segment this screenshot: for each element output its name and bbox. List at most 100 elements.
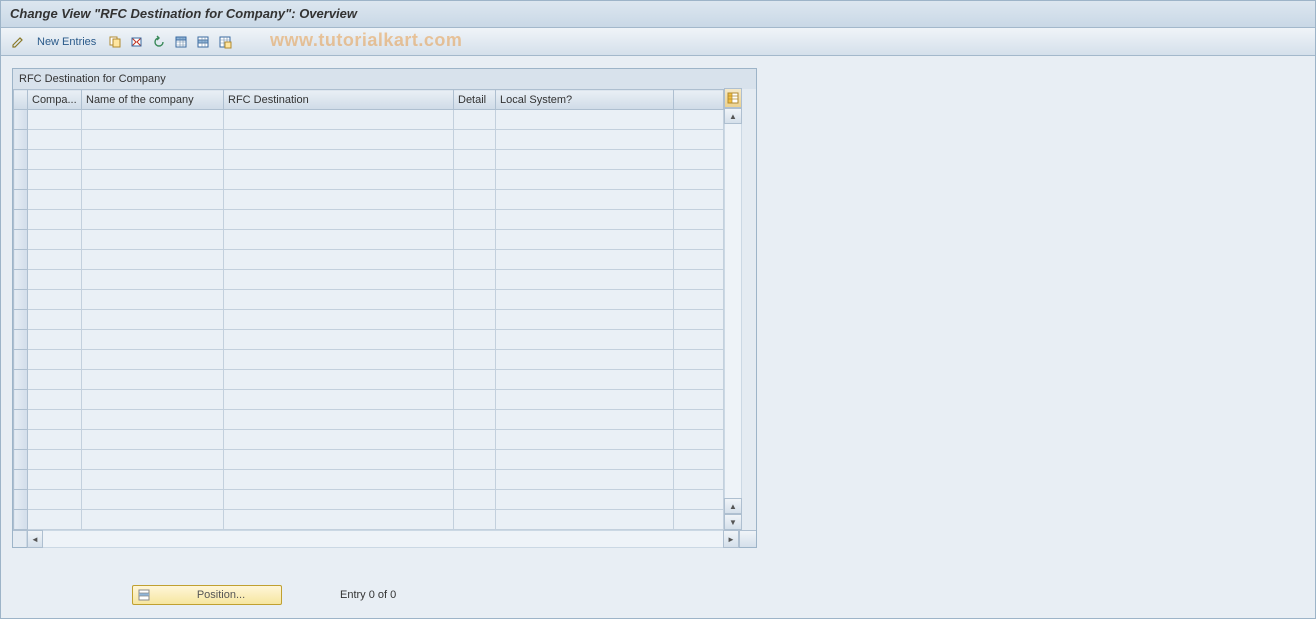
col-header-local[interactable]: Local System? [496, 90, 674, 110]
row-selector[interactable] [14, 190, 28, 210]
table-row[interactable] [14, 310, 724, 330]
cell[interactable] [454, 370, 496, 390]
cell[interactable] [454, 410, 496, 430]
cell[interactable] [674, 190, 724, 210]
cell[interactable] [496, 170, 674, 190]
cell[interactable] [224, 170, 454, 190]
row-selector[interactable] [14, 350, 28, 370]
row-selector[interactable] [14, 230, 28, 250]
cell[interactable] [82, 490, 224, 510]
cell[interactable] [224, 490, 454, 510]
cell[interactable] [674, 490, 724, 510]
table-row[interactable] [14, 230, 724, 250]
cell[interactable] [28, 210, 82, 230]
copy-as-icon[interactable] [105, 32, 125, 52]
cell[interactable] [454, 390, 496, 410]
table-settings-icon[interactable] [724, 88, 742, 108]
cell[interactable] [28, 510, 82, 530]
toggle-change-icon[interactable] [8, 32, 28, 52]
cell[interactable] [82, 430, 224, 450]
row-selector[interactable] [14, 290, 28, 310]
cell[interactable] [82, 110, 224, 130]
row-selector[interactable] [14, 330, 28, 350]
cell[interactable] [224, 250, 454, 270]
cell[interactable] [454, 510, 496, 530]
cell[interactable] [454, 430, 496, 450]
cell[interactable] [454, 210, 496, 230]
row-selector[interactable] [14, 110, 28, 130]
cell[interactable] [496, 470, 674, 490]
select-all-icon[interactable] [171, 32, 191, 52]
row-selector[interactable] [14, 450, 28, 470]
cell[interactable] [82, 450, 224, 470]
cell[interactable] [224, 470, 454, 490]
undo-change-icon[interactable] [149, 32, 169, 52]
row-selector[interactable] [14, 250, 28, 270]
cell[interactable] [28, 490, 82, 510]
row-selector[interactable] [14, 170, 28, 190]
col-header-detail[interactable]: Detail [454, 90, 496, 110]
cell[interactable] [674, 110, 724, 130]
cell[interactable] [224, 370, 454, 390]
cell[interactable] [224, 310, 454, 330]
row-selector[interactable] [14, 310, 28, 330]
cell[interactable] [496, 190, 674, 210]
cell[interactable] [82, 130, 224, 150]
cell[interactable] [224, 450, 454, 470]
cell[interactable] [674, 230, 724, 250]
cell[interactable] [224, 110, 454, 130]
cell[interactable] [496, 450, 674, 470]
cell[interactable] [28, 110, 82, 130]
table-row[interactable] [14, 290, 724, 310]
cell[interactable] [454, 150, 496, 170]
cell[interactable] [496, 130, 674, 150]
cell[interactable] [28, 230, 82, 250]
cell[interactable] [82, 350, 224, 370]
table-row[interactable] [14, 210, 724, 230]
cell[interactable] [224, 290, 454, 310]
table-row[interactable] [14, 490, 724, 510]
row-selector[interactable] [14, 430, 28, 450]
cell[interactable] [28, 290, 82, 310]
cell[interactable] [82, 410, 224, 430]
cell[interactable] [454, 190, 496, 210]
cell[interactable] [496, 230, 674, 250]
cell[interactable] [496, 110, 674, 130]
table-row[interactable] [14, 470, 724, 490]
cell[interactable] [28, 270, 82, 290]
cell[interactable] [496, 430, 674, 450]
new-entries-button[interactable]: New Entries [30, 32, 103, 52]
cell[interactable] [454, 130, 496, 150]
scroll-track-horizontal[interactable] [43, 530, 723, 548]
horizontal-scrollbar[interactable]: ◄ ► [13, 530, 756, 547]
row-selector[interactable] [14, 490, 28, 510]
delete-icon[interactable] [127, 32, 147, 52]
cell[interactable] [28, 310, 82, 330]
cell[interactable] [224, 350, 454, 370]
cell[interactable] [674, 310, 724, 330]
vertical-scrollbar[interactable]: ▲ ▲ ▼ [724, 89, 741, 530]
cell[interactable] [28, 130, 82, 150]
cell[interactable] [224, 210, 454, 230]
col-header-name[interactable]: Name of the company [82, 90, 224, 110]
cell[interactable] [224, 430, 454, 450]
cell[interactable] [674, 210, 724, 230]
table-row[interactable] [14, 410, 724, 430]
cell[interactable] [496, 370, 674, 390]
cell[interactable] [674, 390, 724, 410]
cell[interactable] [674, 370, 724, 390]
cell[interactable] [496, 350, 674, 370]
cell[interactable] [82, 470, 224, 490]
cell[interactable] [454, 330, 496, 350]
cell[interactable] [674, 350, 724, 370]
cell[interactable] [224, 410, 454, 430]
cell[interactable] [496, 510, 674, 530]
cell[interactable] [82, 390, 224, 410]
cell[interactable] [224, 190, 454, 210]
cell[interactable] [496, 490, 674, 510]
scroll-track-vertical[interactable] [724, 124, 742, 498]
data-grid[interactable]: Compa... Name of the company RFC Destina… [13, 89, 724, 530]
cell[interactable] [454, 350, 496, 370]
table-row[interactable] [14, 430, 724, 450]
cell[interactable] [674, 170, 724, 190]
